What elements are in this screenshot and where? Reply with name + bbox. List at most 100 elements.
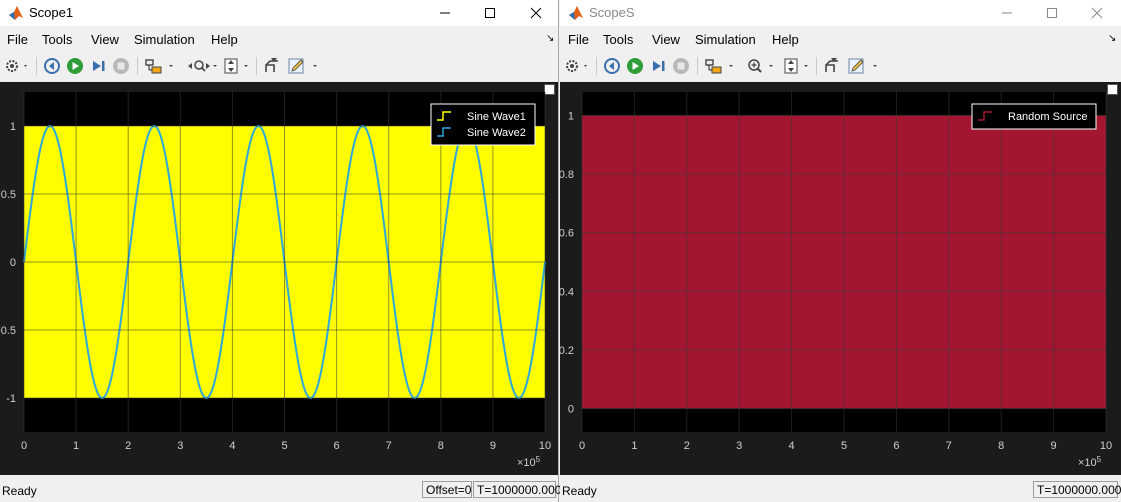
close-button[interactable] [1075,0,1119,26]
status-time: T=1000000.000 [473,481,561,498]
y-tick-label: 0.5 [1,189,16,201]
y-tick-label: 0.6 [560,228,574,240]
close-icon [530,7,542,19]
stop-icon [673,58,689,74]
status-bar: Ready T=1000000.000 [560,478,1121,502]
edit-style-icon [265,58,278,72]
x-multiplier: ×105 [517,455,541,469]
measurements-button[interactable] [847,55,881,77]
title-bar[interactable]: ScopeS [560,0,1121,26]
status-ready: Ready [562,484,597,498]
minimize-button[interactable] [985,0,1029,26]
menu-view[interactable]: View [652,32,680,47]
step-forward-button[interactable] [88,55,108,77]
zoom-x-icon [188,60,217,72]
menu-tools[interactable]: Tools [42,32,72,47]
scopes-window: ScopeS File Tools View Simulation Help ↘ [560,0,1121,502]
x-tick-label: 0 [579,440,585,452]
menu-bar: File Tools View Simulation Help ↘ [560,28,1121,50]
x-tick-label: 5 [281,440,287,452]
step-forward-button[interactable] [648,55,668,77]
y-tick-label: 0.8 [560,169,574,181]
stop-button[interactable] [111,55,131,77]
x-tick-label: 10 [539,440,551,452]
menu-tools[interactable]: Tools [603,32,633,47]
window-title: Scope1 [29,5,74,20]
dock-arrow-icon[interactable]: ↘ [546,33,554,44]
x-tick-label: 5 [841,440,847,452]
y-tick-label: 0 [568,404,574,416]
x-tick-label: 7 [386,440,392,452]
stop-button[interactable] [671,55,691,77]
y-tick-label: 0 [10,257,16,269]
x-tick-label: 7 [946,440,952,452]
close-button[interactable] [514,0,558,26]
status-bar: Ready Offset=0 T=1000000.000 [0,478,561,502]
highlight-block-button[interactable] [703,55,737,77]
x-tick-label: 4 [229,440,235,452]
zoom-tools-button[interactable] [186,55,220,77]
menu-file[interactable]: File [7,32,28,47]
step-back-icon [604,58,620,74]
y-tick-label: 0.2 [560,345,574,357]
step-back-button[interactable] [602,55,622,77]
play-icon [67,58,83,74]
measurements-button[interactable] [287,55,321,77]
block-diagram-icon [145,59,173,74]
scopes-chart: 1 0.8 0.6 0.4 0.2 0 0 1 2 3 4 5 6 7 8 9 10 ×105 Random Sou… [560,92,1112,469]
style-button[interactable] [262,55,282,77]
x-tick-label: 4 [789,440,795,452]
scale-axes-button[interactable] [782,55,812,77]
legend-label: Sine Wave1 [467,111,526,123]
x-multiplier-exponent: 5 [536,455,541,464]
x-tick-label: 8 [438,440,444,452]
scope1-window: Scope1 File Tools View Simulation Help ↘ [0,0,561,502]
menu-view[interactable]: View [91,32,119,47]
x-tick-label: 9 [490,440,496,452]
run-button[interactable] [65,55,85,77]
x-tick-label: 8 [998,440,1004,452]
step-forward-icon [93,61,105,71]
scale-axes-button[interactable] [222,55,252,77]
menu-simulation[interactable]: Simulation [695,32,756,47]
minimize-button[interactable] [423,0,467,26]
scope1-chart: 1 0.5 0 -0.5 -1 0 1 2 3 4 5 6 7 8 9 10 ×105 Sine Wave1 Sin… [0,92,551,469]
step-back-button[interactable] [42,55,62,77]
zoom-tools-button[interactable] [746,55,780,77]
highlight-block-button[interactable] [143,55,177,77]
dock-arrow-icon[interactable]: ↘ [1108,33,1116,44]
settings-button[interactable] [4,55,30,77]
menu-simulation[interactable]: Simulation [134,32,195,47]
maximize-button[interactable] [468,0,512,26]
maximize-button[interactable] [1030,0,1074,26]
maximize-icon [485,8,495,18]
run-button[interactable] [625,55,645,77]
close-icon [1091,7,1103,19]
pencil-icon [848,58,877,74]
window-title: ScopeS [589,5,635,20]
menu-help[interactable]: Help [211,32,238,47]
scale-y-icon [784,58,808,74]
x-tick-label: 1 [631,440,637,452]
menu-help[interactable]: Help [772,32,799,47]
x-tick-label: 0 [21,440,27,452]
legend-label: Sine Wave2 [467,127,526,139]
y-tick-label: 1 [568,110,574,122]
legend-label: Random Source [1008,111,1088,123]
settings-button[interactable] [564,55,590,77]
toolbar [0,52,558,80]
scale-y-icon [224,58,248,74]
status-ready: Ready [2,484,37,498]
x-tick-label: 3 [177,440,183,452]
minimize-icon [440,12,450,14]
y-tick-label: -1 [6,393,16,405]
style-button[interactable] [822,55,842,77]
matlab-logo-icon [9,6,23,20]
x-tick-label: 2 [125,440,131,452]
title-bar[interactable]: Scope1 [0,0,558,26]
x-tick-label: 6 [334,440,340,452]
block-diagram-icon [705,59,733,74]
menu-file[interactable]: File [568,32,589,47]
x-tick-label: 1 [73,440,79,452]
play-icon [627,58,643,74]
